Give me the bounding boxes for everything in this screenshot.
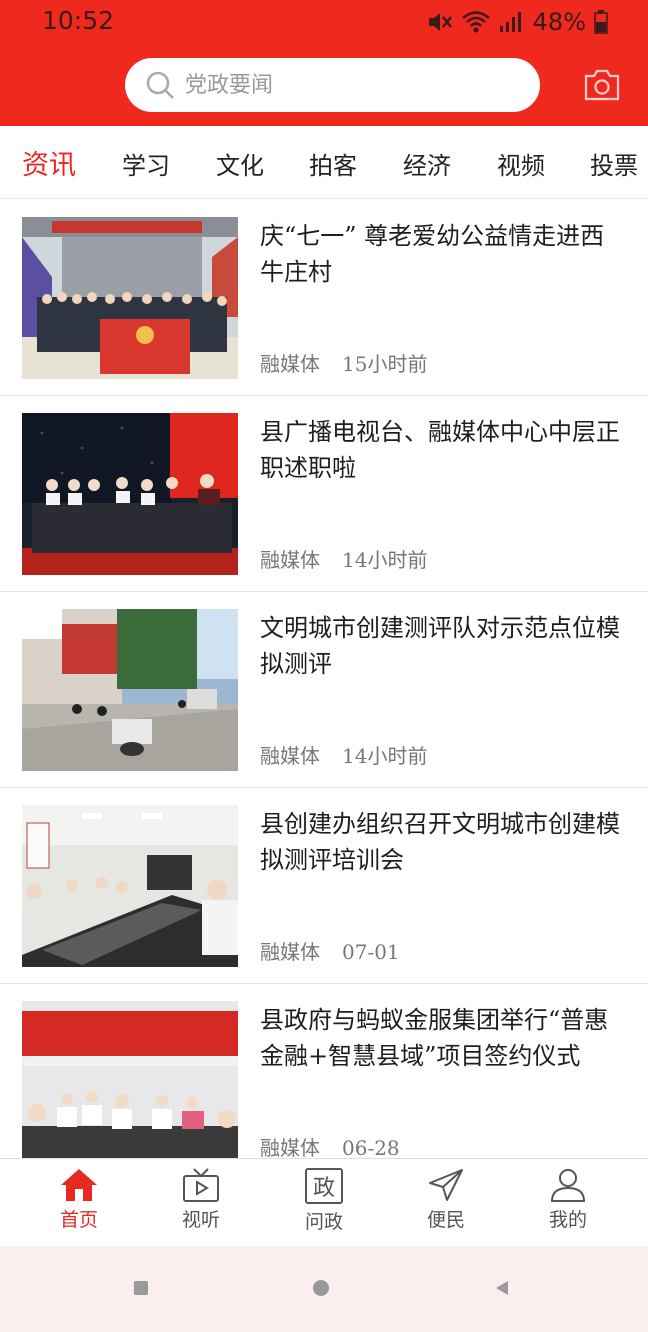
recents-button[interactable] xyxy=(133,1280,149,1296)
news-meta: 融媒体 14小时前 xyxy=(260,544,427,573)
news-meta: 融媒体 15小时前 xyxy=(260,348,427,377)
tab-video[interactable]: 视频 xyxy=(497,146,545,181)
tab-culture[interactable]: 文化 xyxy=(216,146,264,181)
nav-profile-label: 我的 xyxy=(548,1209,587,1231)
camera-icon[interactable] xyxy=(583,68,621,102)
news-source: 融媒体 xyxy=(260,940,320,964)
status-icons: 48% xyxy=(427,8,608,36)
home-icon xyxy=(61,1169,97,1201)
news-item[interactable]: 庆“七一” 尊老爱幼公益情走进西牛庄村 融媒体 15小时前 xyxy=(0,200,648,396)
news-time: 14小时前 xyxy=(342,548,428,572)
signal-icon xyxy=(499,12,521,32)
tab-photo[interactable]: 拍客 xyxy=(309,146,357,181)
news-thumbnail xyxy=(22,805,238,967)
news-time: 15小时前 xyxy=(342,352,428,376)
news-source: 融媒体 xyxy=(260,744,320,768)
news-time: 14小时前 xyxy=(342,744,428,768)
user-icon xyxy=(550,1169,586,1202)
news-thumbnail xyxy=(22,217,238,379)
nav-politics[interactable]: 政 问政 xyxy=(284,1167,364,1234)
status-bar: 10:52 48% xyxy=(0,0,648,46)
news-source: 融媒体 xyxy=(260,548,320,572)
search-icon xyxy=(146,71,174,99)
news-time: 07-01 xyxy=(342,940,400,964)
nav-politics-label: 问政 xyxy=(304,1211,343,1233)
nav-home[interactable]: 首页 xyxy=(39,1167,119,1232)
nav-convenience[interactable]: 便民 xyxy=(406,1167,486,1232)
news-source: 融媒体 xyxy=(260,352,320,376)
news-meta: 融媒体 14小时前 xyxy=(260,740,427,769)
search-bar[interactable] xyxy=(125,58,540,112)
news-item[interactable]: 县广播电视台、融媒体中心中层正职述职啦 融媒体 14小时前 xyxy=(0,396,648,592)
politics-icon: 政 xyxy=(305,1168,343,1204)
news-time: 06-28 xyxy=(342,1136,400,1160)
nav-home-label: 首页 xyxy=(59,1209,98,1231)
system-navigation-bar xyxy=(0,1246,648,1332)
svg-text:政: 政 xyxy=(313,1176,335,1201)
wifi-icon xyxy=(461,11,490,33)
status-time: 10:52 xyxy=(42,6,115,35)
home-button[interactable] xyxy=(312,1279,330,1297)
news-meta: 融媒体 06-28 xyxy=(260,1132,400,1161)
tab-news[interactable]: 资讯 xyxy=(22,143,76,182)
news-meta: 融媒体 07-01 xyxy=(260,936,400,965)
news-title: 县创建办组织召开文明城市创建模拟测评培训会 xyxy=(260,810,620,874)
tab-vote[interactable]: 投票 xyxy=(590,146,638,181)
news-title: 文明城市创建测评队对示范点位模拟测评 xyxy=(260,614,620,678)
news-source: 融媒体 xyxy=(260,1136,320,1160)
news-item[interactable]: 县政府与蚂蚁金服集团举行“普惠金融+智慧县域”项目签约仪式 融媒体 06-28 xyxy=(0,984,648,1180)
tv-icon xyxy=(183,1168,219,1202)
category-tabs: 资讯 学习 文化 拍客 经济 视频 投票 xyxy=(0,126,648,199)
news-title: 县政府与蚂蚁金服集团举行“普惠金融+智慧县域”项目签约仪式 xyxy=(260,1006,609,1070)
news-thumbnail xyxy=(22,1001,238,1159)
news-title: 县广播电视台、融媒体中心中层正职述职啦 xyxy=(260,418,620,482)
app-header: 10:52 48% xyxy=(0,0,648,126)
news-thumbnail xyxy=(22,609,238,771)
search-input[interactable] xyxy=(185,72,505,98)
news-thumbnail xyxy=(22,413,238,575)
news-item[interactable]: 文明城市创建测评队对示范点位模拟测评 融媒体 14小时前 xyxy=(0,592,648,788)
tab-study[interactable]: 学习 xyxy=(122,146,170,181)
battery-icon xyxy=(594,10,608,34)
news-title: 庆“七一” 尊老爱幼公益情走进西牛庄村 xyxy=(260,222,605,286)
battery-percentage: 48% xyxy=(532,8,586,36)
nav-profile[interactable]: 我的 xyxy=(528,1167,608,1232)
nav-av[interactable]: 视听 xyxy=(161,1167,241,1232)
tab-economy[interactable]: 经济 xyxy=(403,146,451,181)
nav-convenience-label: 便民 xyxy=(426,1209,465,1231)
news-item[interactable]: 县创建办组织召开文明城市创建模拟测评培训会 融媒体 07-01 xyxy=(0,788,648,984)
nav-av-label: 视听 xyxy=(181,1209,220,1231)
send-icon xyxy=(429,1169,463,1201)
mute-icon xyxy=(428,13,452,31)
bottom-navigation: 首页 视听 政 问政 便民 我的 xyxy=(0,1158,648,1246)
back-button[interactable] xyxy=(494,1280,510,1296)
